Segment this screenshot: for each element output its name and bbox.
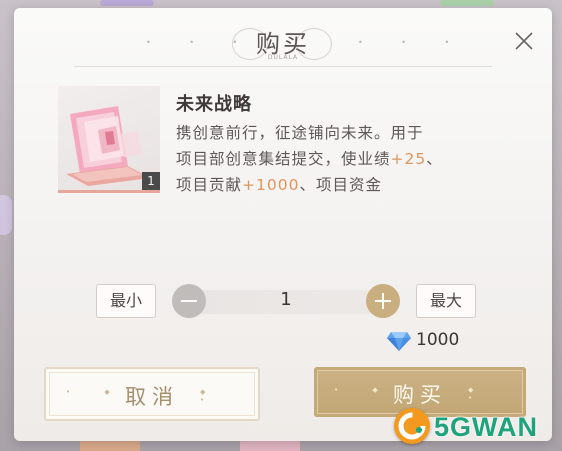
cancel-button[interactable]: • ◆ 取消 ◆ • — [44, 367, 260, 421]
item-description: 携创意前行，征途铺向未来。用于 项目部创意集结提交，使业绩+25、 项目贡献+1… — [176, 120, 496, 198]
cost-value: 1000 — [416, 330, 460, 350]
button-deco-dots: ◆ • — [200, 388, 222, 404]
contribution-bonus: +1000 — [242, 176, 300, 194]
background-tab-strip — [100, 0, 154, 6]
item-desc-line: 携创意前行，征途铺向未来。用于 — [176, 124, 424, 142]
background-side-icon — [0, 195, 12, 235]
quantity-value: 1 — [280, 289, 292, 310]
item-count-badge: 1 — [142, 172, 160, 190]
dialog-title-sub: DULALA — [267, 54, 299, 61]
item-desc-text: 项目贡献 — [176, 176, 243, 194]
plus-icon[interactable] — [366, 284, 400, 318]
close-button[interactable] — [511, 28, 537, 54]
site-watermark: 5GWAN — [390, 408, 562, 448]
watermark-logo-icon — [394, 408, 430, 444]
cost-display: 1000 — [386, 330, 459, 352]
item-desc-line: 项目贡献+1000、项目资金 — [176, 172, 496, 198]
minus-icon[interactable] — [172, 284, 206, 318]
min-quantity-button[interactable]: 最小 — [96, 284, 156, 318]
item-name: 未来战略 — [176, 94, 252, 115]
performance-bonus: +25 — [390, 150, 427, 168]
purchase-dialog: • • • 购买 DULALA • • • 1 未来战略 携创意前行，征途铺向未… — [14, 8, 552, 441]
dialog-header: • • • 购买 DULALA • • • — [14, 24, 552, 68]
watermark-text: 5GWAN — [434, 412, 539, 442]
button-deco-dots: ◆ • — [468, 386, 490, 402]
close-icon — [515, 32, 533, 50]
diamond-icon — [387, 332, 411, 351]
item-desc-line: 项目部创意集结提交，使业绩+25、 — [176, 146, 496, 172]
item-desc-text: 、项目资金 — [299, 176, 382, 194]
item-desc-text: 项目部创意集结提交，使业绩 — [176, 150, 391, 168]
background-tab-strip — [440, 0, 494, 6]
max-quantity-button[interactable]: 最大 — [416, 284, 476, 318]
title-deco-dots: • • • — [358, 38, 468, 47]
header-divider — [74, 66, 492, 67]
item-thumbnail: 1 — [58, 86, 160, 193]
item-desc-text: 、 — [426, 150, 443, 168]
